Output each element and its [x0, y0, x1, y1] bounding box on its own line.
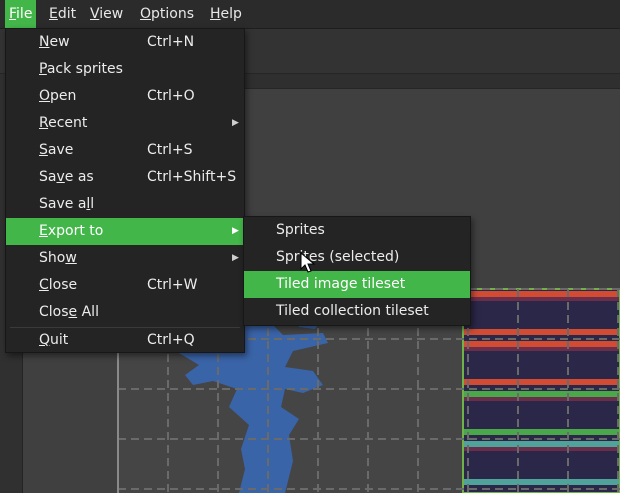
menu-item-close-label: Close: [39, 272, 77, 299]
menu-item-quit-shortcut: Ctrl+Q: [147, 332, 195, 348]
tileset-row-bottom: [463, 329, 620, 335]
menu-view-label: iew: [99, 6, 124, 22]
menu-item-open-shortcut: Ctrl+O: [147, 88, 195, 104]
tileset-row-bottom: [463, 379, 620, 385]
menu-item-quit-label: Quit: [39, 327, 68, 354]
submenu-item-tiled-collection-tileset-label: Tiled collection tileset: [276, 303, 429, 319]
export-submenu: Sprites Sprites (selected) Tiled image t…: [243, 216, 471, 326]
menu-item-open-label: Open: [39, 83, 76, 110]
menu-item-save-all-label: Save all: [39, 191, 94, 218]
tileset-row-shade: [463, 347, 620, 351]
tileset-row-shade: [463, 447, 620, 451]
menu-item-close[interactable]: Close Ctrl+W: [6, 272, 244, 299]
menu-item-close-shortcut: Ctrl+W: [147, 277, 198, 293]
label-post: ecent: [48, 115, 88, 131]
label-post: ack sprites: [46, 61, 123, 77]
submenu-arrow-icon: ▶: [232, 118, 239, 128]
menu-help-mnemonic: H: [210, 6, 221, 22]
menu-item-save-as-label: Save as: [39, 164, 94, 191]
submenu-item-tiled-image-tileset[interactable]: Tiled image tileset: [244, 271, 470, 298]
menu-item-save-label: Save: [39, 137, 73, 164]
menu-item-export-to-label: Export to: [39, 218, 103, 245]
label-post: uit: [50, 332, 69, 348]
menu-view[interactable]: View: [86, 0, 127, 28]
label-post: lose: [48, 277, 78, 293]
label-mnemonic: E: [39, 223, 48, 239]
menu-item-show-label: Show: [39, 245, 77, 272]
label-post: xport to: [47, 223, 104, 239]
label-post: ave: [47, 142, 74, 158]
label-pre: Sa: [39, 169, 57, 185]
label-mnemonic: R: [39, 115, 49, 131]
tileset-row-top: [463, 391, 620, 397]
label-mnemonic: N: [39, 34, 50, 50]
menu-item-save-all[interactable]: Save all: [6, 191, 244, 218]
menu-edit[interactable]: Edit: [45, 0, 80, 28]
label-mnemonic: C: [39, 277, 49, 293]
submenu-item-sprites[interactable]: Sprites: [244, 217, 470, 244]
menu-item-new[interactable]: New Ctrl+N: [6, 29, 244, 56]
menu-edit-mnemonic: E: [49, 6, 58, 22]
file-menu: New Ctrl+N Pack sprites Open Ctrl+O Rece…: [5, 28, 245, 353]
menu-item-new-label: New: [39, 29, 70, 56]
menu-item-save[interactable]: Save Ctrl+S: [6, 137, 244, 164]
tileset-row-top: [463, 291, 620, 297]
mouse-cursor-icon: [300, 252, 316, 273]
label-post: e as: [64, 169, 94, 185]
tileset-row-shade: [463, 297, 620, 301]
menu-item-save-shortcut: Ctrl+S: [147, 142, 193, 158]
label-pre: Clos: [39, 304, 69, 320]
menu-item-export-to[interactable]: Export to ▶: [6, 218, 244, 245]
label-post: All: [77, 304, 99, 320]
menu-item-save-as[interactable]: Save as Ctrl+Shift+S: [6, 164, 244, 191]
menu-item-pack-sprites-label: Pack sprites: [39, 56, 123, 83]
submenu-item-tiled-collection-tileset[interactable]: Tiled collection tileset: [244, 298, 470, 325]
menu-file-mnemonic: F: [9, 6, 17, 22]
submenu-item-sprites-selected-label: Sprites (selected): [276, 249, 400, 265]
submenu-item-sprites-selected[interactable]: Sprites (selected): [244, 244, 470, 271]
label-mnemonic: O: [39, 88, 51, 104]
menu-help[interactable]: Help: [206, 0, 246, 28]
menu-options-label: ptions: [151, 6, 195, 22]
menu-view-mnemonic: V: [90, 6, 100, 22]
submenu-arrow-icon: ▶: [232, 253, 239, 263]
menu-file[interactable]: File: [5, 0, 37, 28]
label-mnemonic: e: [68, 304, 78, 320]
menu-item-save-as-shortcut: Ctrl+Shift+S: [147, 169, 237, 185]
label-mnemonic: v: [56, 169, 65, 185]
label-mnemonic: Q: [39, 332, 51, 348]
menu-item-close-all-label: Close All: [39, 299, 99, 326]
label-mnemonic: S: [39, 142, 48, 158]
label-mnemonic: P: [39, 61, 47, 77]
menu-item-recent[interactable]: Recent ▶: [6, 110, 244, 137]
label-mnemonic: w: [65, 250, 77, 266]
label-post: pen: [50, 88, 77, 104]
tileset-row-shade: [463, 397, 620, 401]
submenu-arrow-icon: ▶: [232, 226, 239, 236]
label-post: l: [90, 196, 95, 212]
menu-item-new-shortcut: Ctrl+N: [147, 34, 195, 50]
tileset-row-bottom: [463, 429, 620, 435]
submenu-item-tiled-image-tileset-label: Tiled image tileset: [276, 276, 406, 292]
menu-item-open[interactable]: Open Ctrl+O: [6, 83, 244, 110]
menu-item-recent-label: Recent: [39, 110, 87, 137]
label-pre: Sho: [39, 250, 66, 266]
menu-options[interactable]: Options: [136, 0, 198, 28]
menu-file-label: ile: [16, 6, 33, 22]
menu-item-close-all[interactable]: Close All: [6, 299, 244, 326]
menu-edit-label: dit: [57, 6, 77, 22]
tileset-row-top: [463, 441, 620, 447]
label-pre: Save a: [39, 196, 87, 212]
tileset-row-top: [463, 341, 620, 347]
menu-options-mnemonic: O: [140, 6, 152, 22]
menu-item-show[interactable]: Show ▶: [6, 245, 244, 272]
menu-item-pack-sprites[interactable]: Pack sprites: [6, 56, 244, 83]
tileset-row-bottom: [463, 479, 620, 485]
menu-help-label: elp: [220, 6, 242, 22]
menubar: File Edit View Options Help: [0, 0, 620, 29]
submenu-item-sprites-label: Sprites: [276, 222, 325, 238]
label-post: ew: [49, 34, 70, 50]
menu-item-quit[interactable]: Quit Ctrl+Q: [6, 327, 244, 354]
